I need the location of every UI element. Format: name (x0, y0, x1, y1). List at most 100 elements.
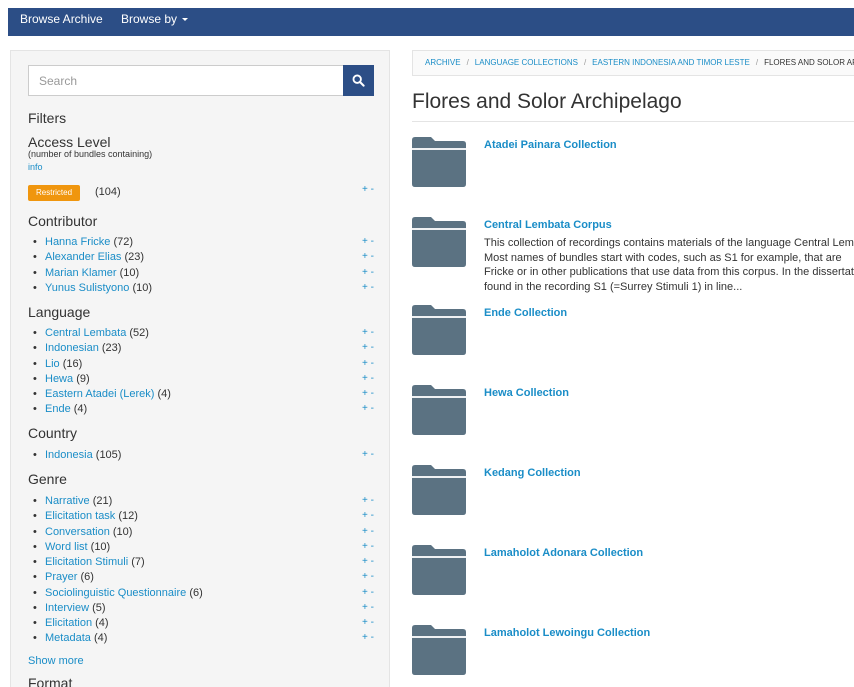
search-button[interactable] (343, 65, 374, 96)
filter-link[interactable]: Sociolinguistic Questionnaire (45, 587, 186, 599)
filter-link[interactable]: Ende (45, 403, 71, 415)
filter-item-lio: Lio (16) (31, 357, 171, 372)
search-input[interactable] (28, 65, 343, 96)
folder-icon[interactable] (412, 305, 466, 355)
collection-title-lamaholot-adonara-collection[interactable]: Lamaholot Adonara Collection (484, 547, 643, 559)
page-title: Flores and Solor Archipelago (412, 90, 682, 113)
filter-link[interactable]: Prayer (45, 571, 77, 583)
filter-link[interactable]: Conversation (45, 526, 110, 538)
filter-link[interactable]: Indonesia (45, 449, 93, 461)
filter-plus-minus[interactable]: + - (362, 358, 374, 369)
filter-plus-minus[interactable]: + - (362, 541, 374, 552)
filter-item-interview: Interview (5) (31, 601, 203, 616)
filter-count: (52) (129, 327, 149, 339)
folder-icon[interactable] (412, 465, 466, 515)
breadcrumb-archive[interactable]: ARCHIVE (425, 58, 461, 67)
breadcrumb-separator: / (466, 58, 469, 67)
country-list: Indonesia (105) (31, 448, 121, 463)
filter-link[interactable]: Lio (45, 358, 60, 370)
filter-plus-minus[interactable]: + - (362, 632, 374, 643)
restricted-count: (104) (95, 186, 121, 198)
filter-plus-minus[interactable]: + - (362, 236, 374, 247)
filter-link[interactable]: Word list (45, 541, 88, 553)
filter-link[interactable]: Eastern Atadei (Lerek) (45, 388, 154, 400)
filter-link[interactable]: Indonesian (45, 342, 99, 354)
folder-icon[interactable] (412, 625, 466, 675)
filter-link[interactable]: Interview (45, 602, 89, 614)
filter-count: (6) (189, 586, 203, 599)
filter-count: (9) (76, 372, 90, 385)
show-more-link[interactable]: Show more (28, 655, 84, 667)
filter-plus-minus[interactable]: + - (362, 403, 374, 414)
filter-link[interactable]: Central Lembata (45, 327, 126, 339)
filter-link[interactable]: Elicitation (45, 617, 92, 629)
access-level-heading: Access Level (28, 134, 111, 150)
browse-by-label: Browse by (121, 12, 178, 26)
filter-link[interactable]: Alexander Elias (45, 251, 121, 263)
filter-link[interactable]: Yunus Sulistyono (45, 282, 129, 294)
filter-count: (4) (95, 617, 109, 629)
access-level-subtitle: (number of bundles containing) (28, 149, 153, 159)
filter-count: (5) (92, 601, 106, 614)
filter-link[interactable]: Metadata (45, 632, 91, 644)
filter-plus-minus[interactable]: + - (362, 495, 374, 506)
collection-title-central-lembata-corpus[interactable]: Central Lembata Corpus (484, 219, 612, 231)
collection-title-lamaholot-lewoingu-collection[interactable]: Lamaholot Lewoingu Collection (484, 627, 650, 639)
folder-icon[interactable] (412, 217, 466, 267)
filter-plus-minus[interactable]: + - (362, 556, 374, 567)
filter-count: (4) (93, 632, 108, 645)
filter-plus-minus[interactable]: + - (362, 373, 374, 384)
filter-plus-minus[interactable]: + - (362, 327, 374, 338)
filter-link[interactable]: Marian Klamer (45, 267, 117, 279)
filter-count: (16) (62, 357, 83, 370)
filter-link[interactable]: Elicitation Stimuli (45, 556, 128, 568)
collection-title-hewa-collection[interactable]: Hewa Collection (484, 387, 569, 399)
filter-link[interactable]: Hewa (45, 373, 73, 385)
filter-plus-minus[interactable]: + - (362, 251, 374, 262)
filter-link[interactable]: Elicitation task (45, 510, 115, 522)
filter-plus-minus[interactable]: + - (362, 617, 374, 628)
filter-plus-minus[interactable]: + - (362, 267, 374, 278)
filter-plus-minus[interactable]: + - (362, 510, 374, 521)
filter-item-hanna-fricke: Hanna Fricke (72) (31, 235, 152, 250)
browse-by-dropdown[interactable]: Browse by (121, 12, 189, 26)
filter-item-marian-klamer: Marian Klamer (10) (31, 266, 152, 281)
collection-title-ende-collection[interactable]: Ende Collection (484, 307, 567, 319)
filter-link[interactable]: Narrative (45, 495, 90, 507)
filter-item-elicitation-task: Elicitation task (12) (31, 509, 203, 524)
filter-plus-minus[interactable]: + - (362, 587, 374, 598)
access-level-info-link[interactable]: info (28, 162, 43, 172)
genre-list: Narrative (21)Elicitation task (12)Conve… (31, 494, 203, 647)
filter-count: (23) (124, 251, 145, 264)
access-level-plus-minus[interactable]: + - (362, 184, 374, 195)
filter-item-metadata: Metadata (4) (31, 631, 203, 646)
filter-item-narrative: Narrative (21) (31, 494, 203, 509)
filter-plus-minus[interactable]: + - (362, 526, 374, 537)
breadcrumb-current: FLORES AND SOLOR ARCHIPELAGO (764, 58, 854, 67)
collection-title-kedang-collection[interactable]: Kedang Collection (484, 467, 581, 479)
filter-item-alexander-elias: Alexander Elias (23) (31, 250, 152, 265)
breadcrumb-eastern-indonesia[interactable]: EASTERN INDONESIA AND TIMOR LESTE (592, 58, 750, 67)
filter-link[interactable]: Hanna Fricke (45, 236, 110, 248)
filter-item-conversation: Conversation (10) (31, 525, 203, 540)
filter-count: (10) (112, 525, 133, 538)
filter-plus-minus[interactable]: + - (362, 571, 374, 582)
browse-archive-link[interactable]: Browse Archive (20, 12, 103, 26)
collection-title-atadei-painara-collection[interactable]: Atadei Painara Collection (484, 139, 617, 151)
restricted-badge[interactable]: Restricted (28, 185, 81, 201)
collection-description: This collection of recordings contains m… (484, 236, 854, 294)
filter-item-word-list: Word list (10) (31, 540, 203, 555)
filter-panel: Filters Access Level (number of bundles … (10, 50, 390, 687)
folder-icon[interactable] (412, 545, 466, 595)
folder-icon[interactable] (412, 385, 466, 435)
filter-plus-minus[interactable]: + - (362, 602, 374, 613)
filter-plus-minus[interactable]: + - (362, 449, 374, 460)
folder-icon[interactable] (412, 137, 466, 187)
filter-plus-minus[interactable]: + - (362, 342, 374, 353)
filter-item-sociolinguistic-questionnaire: Sociolinguistic Questionnaire (6) (31, 586, 203, 601)
filter-plus-minus[interactable]: + - (362, 388, 374, 399)
filter-plus-minus[interactable]: + - (362, 282, 374, 293)
breadcrumb-language-collections[interactable]: LANGUAGE COLLECTIONS (475, 58, 578, 67)
breadcrumb: ARCHIVE / LANGUAGE COLLECTIONS / EASTERN IND… (412, 50, 854, 76)
filter-count: (105) (95, 449, 122, 461)
